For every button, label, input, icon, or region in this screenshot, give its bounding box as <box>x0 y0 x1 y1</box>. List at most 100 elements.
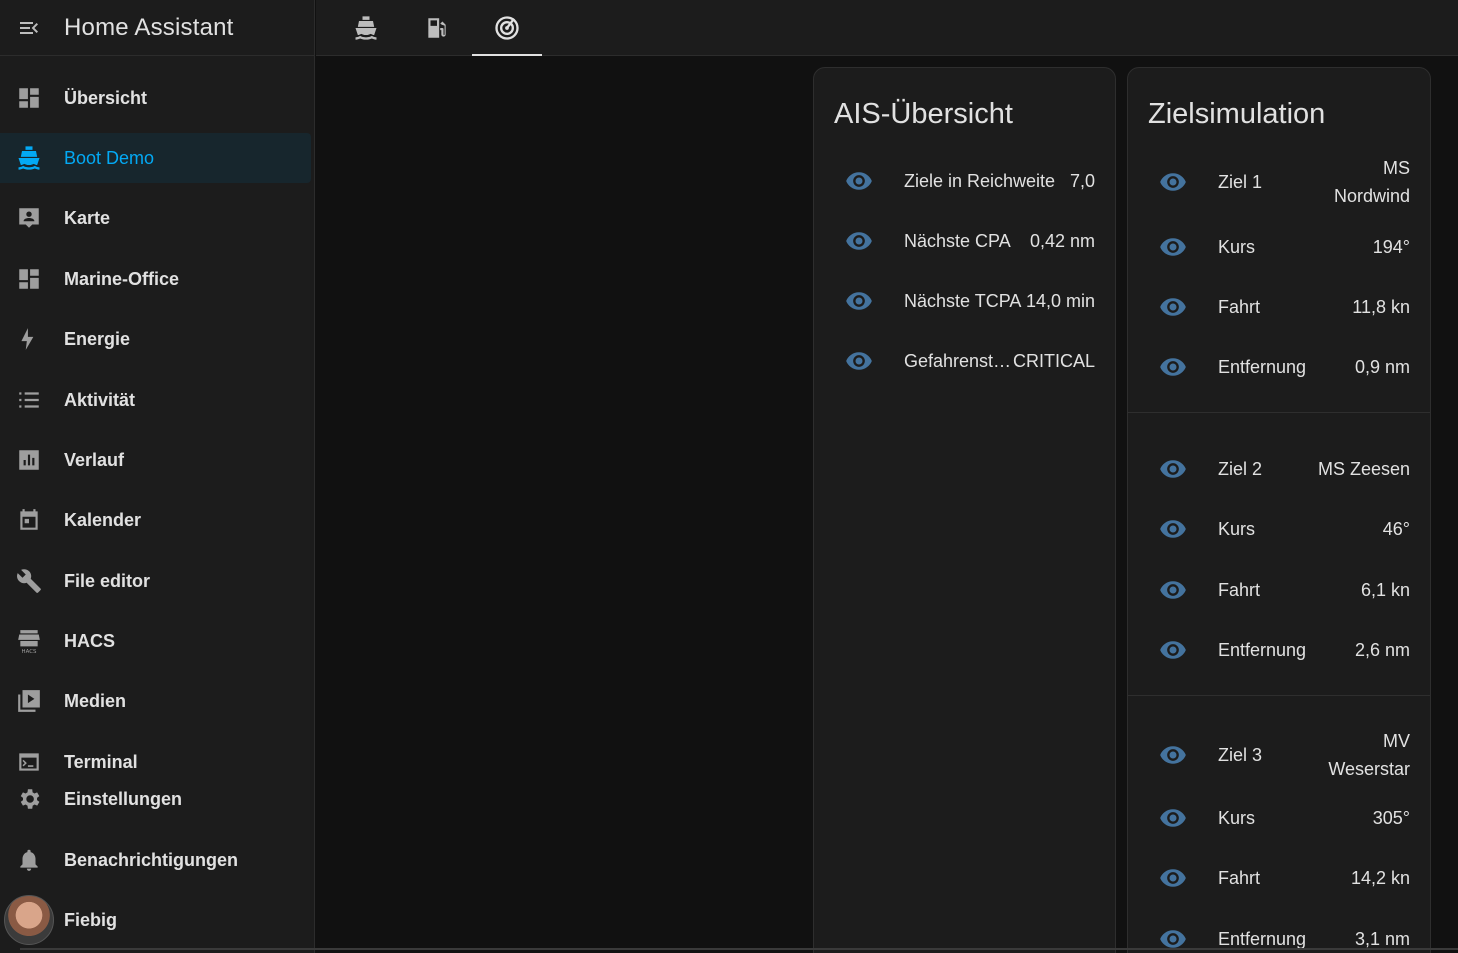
entity-row[interactable]: Fahrt 11,8 kn <box>1128 277 1430 337</box>
map-account-icon <box>0 205 58 231</box>
sidebar-item-verlauf[interactable]: Verlauf <box>0 435 311 485</box>
console-icon <box>0 749 58 775</box>
sidebar-item-label: Boot Demo <box>64 147 155 168</box>
entity-name: Nächste TCPA <box>904 290 1022 311</box>
sidebar-item-label: Kalender <box>64 509 142 530</box>
entity-value: 0,9 nm <box>1354 357 1410 377</box>
calendar-icon <box>0 507 58 533</box>
menu-toggle-button[interactable] <box>0 0 58 56</box>
entity-row[interactable]: Nächste CPA 0,42 nm <box>814 211 1115 271</box>
sidebar-item-label: File editor <box>64 570 151 591</box>
entity-name: Ziel 3 <box>1218 744 1263 765</box>
sidebar-item-marine-office[interactable]: Marine-Office <box>0 254 311 304</box>
sidebar-item-label: Benachrichtigungen <box>64 849 239 870</box>
wrench-icon <box>0 568 58 594</box>
entity-row[interactable]: Entfernung 3,1 nm <box>1128 909 1430 953</box>
gas-station-icon <box>428 18 446 38</box>
sidebar-item-label: HACS <box>64 630 116 651</box>
gear-icon <box>0 786 58 812</box>
eye-icon <box>814 347 904 375</box>
sidebar-item-boot-demo[interactable]: Boot Demo <box>0 133 311 183</box>
eye-icon <box>814 167 904 195</box>
eye-icon <box>1128 353 1218 381</box>
tab-fuel[interactable] <box>402 0 472 56</box>
entity-value: 6,1 kn <box>1360 580 1410 600</box>
sidebar-item-file-editor[interactable]: File editor <box>0 556 311 606</box>
view-tab-bar <box>316 0 1458 56</box>
ferry-icon <box>355 16 377 40</box>
entity-value-line: Weserstar <box>1328 759 1410 779</box>
sidebar-item-label: Verlauf <box>64 449 125 470</box>
tab-radar[interactable] <box>472 0 542 56</box>
bottom-scroll-edge <box>20 948 1458 950</box>
entity-value-line: MV <box>1383 731 1410 751</box>
entity-row[interactable]: Nächste TCPA 14,0 min <box>814 271 1115 331</box>
entity-row-target-1[interactable]: Ziel 1 MS Nordwind <box>1128 152 1430 212</box>
play-box-icon <box>0 688 58 714</box>
entity-value-line: MS <box>1383 158 1410 178</box>
sidebar-item-label: Terminal <box>64 751 138 772</box>
entity-row[interactable]: Ziele in Reichweite 7,0 <box>814 151 1115 211</box>
sidebar-item-label: Energie <box>64 328 131 349</box>
eye-icon <box>814 227 904 255</box>
entity-row[interactable]: Gefahrenst… CRITICAL <box>814 331 1115 391</box>
entity-row[interactable]: Kurs 46° <box>1128 499 1430 559</box>
tab-boot[interactable] <box>331 0 401 56</box>
entity-value: 0,42 nm <box>1029 231 1095 251</box>
entity-row[interactable]: Kurs 194° <box>1128 217 1430 277</box>
sidebar-item-karte[interactable]: Karte <box>0 193 311 243</box>
entity-name: Fahrt <box>1218 867 1261 888</box>
bell-icon <box>0 847 58 873</box>
dashboard-icon <box>0 85 58 111</box>
ais-overview-card: AIS-Übersicht Ziele in Reichweite 7,0 Nä… <box>813 67 1116 953</box>
entity-value: 194° <box>1372 237 1410 257</box>
sidebar-item-kalender[interactable]: Kalender <box>0 495 311 545</box>
eye-icon <box>1128 864 1218 892</box>
entity-value: MS Zeesen <box>1318 455 1410 483</box>
sidebar-item-uebersicht[interactable]: Übersicht <box>0 73 311 123</box>
entity-name: Entfernung <box>1218 928 1307 949</box>
app-title: Home Assistant <box>64 13 234 41</box>
sidebar-item-label: Aktivität <box>64 389 136 410</box>
target-simulation-card: Zielsimulation Ziel 1 MS Nordwind Kurs 1… <box>1127 67 1431 953</box>
entity-name: Nächste CPA <box>904 230 1011 251</box>
sidebar-item-hacs[interactable]: HACS HACS <box>0 616 311 666</box>
eye-icon <box>1128 576 1218 604</box>
entity-value: 14,2 kn <box>1350 868 1410 888</box>
entity-row[interactable]: Kurs 305° <box>1128 788 1430 848</box>
entity-row[interactable]: Entfernung 0,9 nm <box>1128 337 1430 397</box>
entity-name: Kurs <box>1218 518 1256 539</box>
entity-value: CRITICAL <box>1012 351 1095 371</box>
entity-name: Ziele in Reichweite <box>904 170 1056 191</box>
entity-name: Ziel 2 <box>1218 458 1263 479</box>
entity-value: 11,8 kn <box>1352 297 1410 317</box>
divider <box>1128 412 1430 413</box>
sidebar-item-energie[interactable]: Energie <box>0 314 311 364</box>
sidebar-item-label: Karte <box>64 207 111 228</box>
entity-name: Entfernung <box>1218 356 1307 377</box>
divider <box>1128 695 1430 696</box>
list-icon <box>0 387 58 413</box>
eye-icon <box>1128 455 1218 483</box>
sidebar-item-einstellungen[interactable]: Einstellungen <box>0 774 311 824</box>
entity-name: Kurs <box>1218 236 1256 257</box>
lightning-icon <box>0 326 58 352</box>
sidebar-item-medien[interactable]: Medien <box>0 676 311 726</box>
eye-icon <box>1128 233 1218 261</box>
entity-name: Ziel 1 <box>1218 171 1263 192</box>
entity-value: MS Nordwind <box>1334 154 1410 210</box>
entity-row[interactable]: Entfernung 2,6 nm <box>1128 620 1430 680</box>
entity-name: Fahrt <box>1218 579 1261 600</box>
sidebar-item-label: Übersicht <box>64 87 148 108</box>
entity-row[interactable]: Fahrt 14,2 kn <box>1128 848 1430 908</box>
entity-row-target-2[interactable]: Ziel 2 MS Zeesen <box>1128 439 1430 499</box>
sidebar-item-label: Fiebig <box>64 909 117 930</box>
sidebar-header: Home Assistant <box>0 0 314 56</box>
sidebar-item-profile[interactable]: Fiebig <box>0 895 311 945</box>
sidebar-item-benachrichtigungen[interactable]: Benachrichtigungen <box>0 835 311 885</box>
sidebar-item-aktivitaet[interactable]: Aktivität <box>0 375 311 425</box>
entity-value: 46° <box>1382 519 1410 539</box>
entity-row[interactable]: Fahrt 6,1 kn <box>1128 560 1430 620</box>
entity-row-target-3[interactable]: Ziel 3 MV Weserstar <box>1128 725 1430 785</box>
entity-name: Gefahrenst… <box>904 350 1012 371</box>
